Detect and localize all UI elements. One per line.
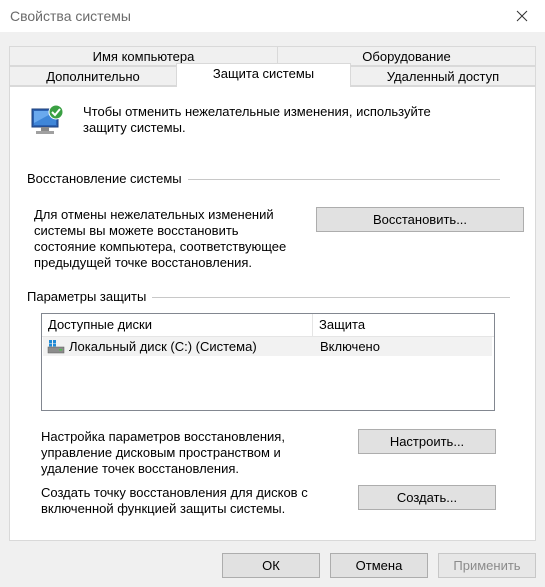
drives-listview[interactable]: Доступные диски Защита Локальный диск (C… xyxy=(41,313,495,411)
cancel-button[interactable]: Отмена xyxy=(330,553,428,578)
restore-description: Для отмены нежелательных изменений систе… xyxy=(34,207,286,271)
tab-label: Защита системы xyxy=(212,66,315,81)
ok-button[interactable]: ОК xyxy=(222,553,320,578)
apply-button[interactable]: Применить xyxy=(438,553,536,578)
tab-remote[interactable]: Удаленный доступ xyxy=(350,66,536,86)
tab-label: Дополнительно xyxy=(46,69,140,84)
create-description: Создать точку восстановления для дисков … xyxy=(41,485,308,517)
close-button[interactable] xyxy=(499,0,545,32)
protection-group-title: Параметры защиты xyxy=(27,289,153,304)
tab-label: Имя компьютера xyxy=(92,49,195,64)
desc-line: Создать точку восстановления для дисков … xyxy=(41,485,308,500)
title-bar: Свойства системы xyxy=(0,0,545,32)
create-button[interactable]: Создать... xyxy=(358,485,496,510)
intro-line: защиту системы. xyxy=(83,120,186,135)
computer-shield-icon xyxy=(31,104,64,134)
table-row[interactable]: Локальный диск (C:) (Система) Включено xyxy=(43,337,492,356)
tab-advanced[interactable]: Дополнительно xyxy=(9,66,177,86)
listview-header: Доступные диски Защита xyxy=(42,314,494,337)
desc-line: удаление точек восстановления. xyxy=(41,461,239,476)
restore-group-title: Восстановление системы xyxy=(27,171,188,186)
restore-button[interactable]: Восстановить... xyxy=(316,207,524,232)
desc-line: управление дисковым пространством и xyxy=(41,445,281,460)
configure-button[interactable]: Настроить... xyxy=(358,429,496,454)
intro-text: Чтобы отменить нежелательные изменения, … xyxy=(83,104,431,136)
column-header-protection[interactable]: Защита xyxy=(313,314,494,336)
tab-label: Удаленный доступ xyxy=(386,69,500,84)
intro-line: Чтобы отменить нежелательные изменения, … xyxy=(83,104,431,119)
desc-line: включенной функцией защиты системы. xyxy=(41,501,286,516)
desc-line: состояние компьютера, соответствующее xyxy=(34,239,287,254)
column-header-drives[interactable]: Доступные диски xyxy=(42,314,312,336)
tab-panel: Чтобы отменить нежелательные изменения, … xyxy=(9,86,536,541)
tab-system-protection[interactable]: Защита системы xyxy=(176,63,351,87)
drive-name: Локальный диск (C:) (Система) xyxy=(69,339,257,354)
desc-line: Настройка параметров восстановления, xyxy=(41,429,285,444)
drive-protection-status: Включено xyxy=(320,339,380,354)
desc-line: предыдущей точке восстановления. xyxy=(34,255,253,270)
configure-description: Настройка параметров восстановления, упр… xyxy=(41,429,285,477)
window-title: Свойства системы xyxy=(10,8,131,24)
desc-line: Для отмены нежелательных изменений xyxy=(34,207,274,222)
drive-icon xyxy=(47,340,65,354)
close-icon xyxy=(516,10,528,22)
tab-label: Оборудование xyxy=(362,49,451,64)
desc-line: системы вы можете восстановить xyxy=(34,223,239,238)
